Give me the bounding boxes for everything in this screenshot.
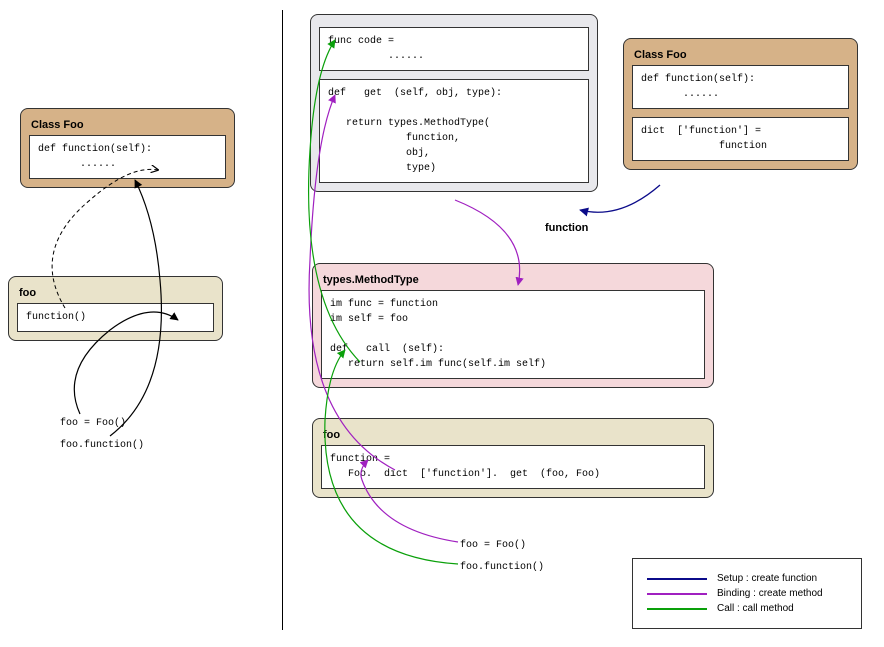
left-foo-code: function() (17, 303, 214, 332)
right-class-foo-box: Class Foo def function(self): ...... dic… (623, 38, 858, 170)
left-caption-2: foo.function() (60, 440, 144, 451)
right-class-foo-code: def function(self): ...... (632, 65, 849, 109)
legend-setup-line (647, 578, 707, 580)
function-box: func code = ...... def get (self, obj, t… (310, 14, 598, 192)
legend-call-line (647, 608, 707, 610)
legend-box: Setup : create function Binding : create… (632, 558, 862, 629)
legend-binding-line (647, 593, 707, 595)
function-func-code: func code = ...... (319, 27, 589, 71)
legend-call: Call : call method (647, 603, 847, 614)
function-get-def: def get (self, obj, type): return types.… (319, 79, 589, 183)
legend-setup-label: Setup : create function (717, 573, 817, 584)
right-class-foo-title: Class Foo (634, 49, 849, 61)
right-foo-box: foo function = Foo. dict ['function']. g… (312, 418, 714, 498)
right-class-foo-dict: dict ['function'] = function (632, 117, 849, 161)
legend-binding: Binding : create method (647, 588, 847, 599)
right-foo-body: function = Foo. dict ['function']. get (… (321, 445, 705, 489)
left-foo-title: foo (19, 287, 214, 299)
vertical-divider (282, 10, 283, 630)
function-label: function (545, 222, 588, 234)
right-caption-2: foo.function() (460, 562, 544, 573)
right-foo-title: foo (323, 429, 705, 441)
left-caption-1: foo = Foo() (60, 418, 126, 429)
left-class-foo-box: Class Foo def function(self): ...... (20, 108, 235, 188)
right-caption-1: foo = Foo() (460, 540, 526, 551)
left-class-foo-title: Class Foo (31, 119, 226, 131)
legend-setup: Setup : create function (647, 573, 847, 584)
left-foo-box: foo function() (8, 276, 223, 341)
legend-binding-label: Binding : create method (717, 588, 823, 599)
method-type-title: types.MethodType (323, 274, 705, 286)
legend-call-label: Call : call method (717, 603, 794, 614)
method-type-box: types.MethodType im func = function im s… (312, 263, 714, 388)
left-class-foo-code: def function(self): ...... (29, 135, 226, 179)
method-type-body: im func = function im self = foo def cal… (321, 290, 705, 379)
